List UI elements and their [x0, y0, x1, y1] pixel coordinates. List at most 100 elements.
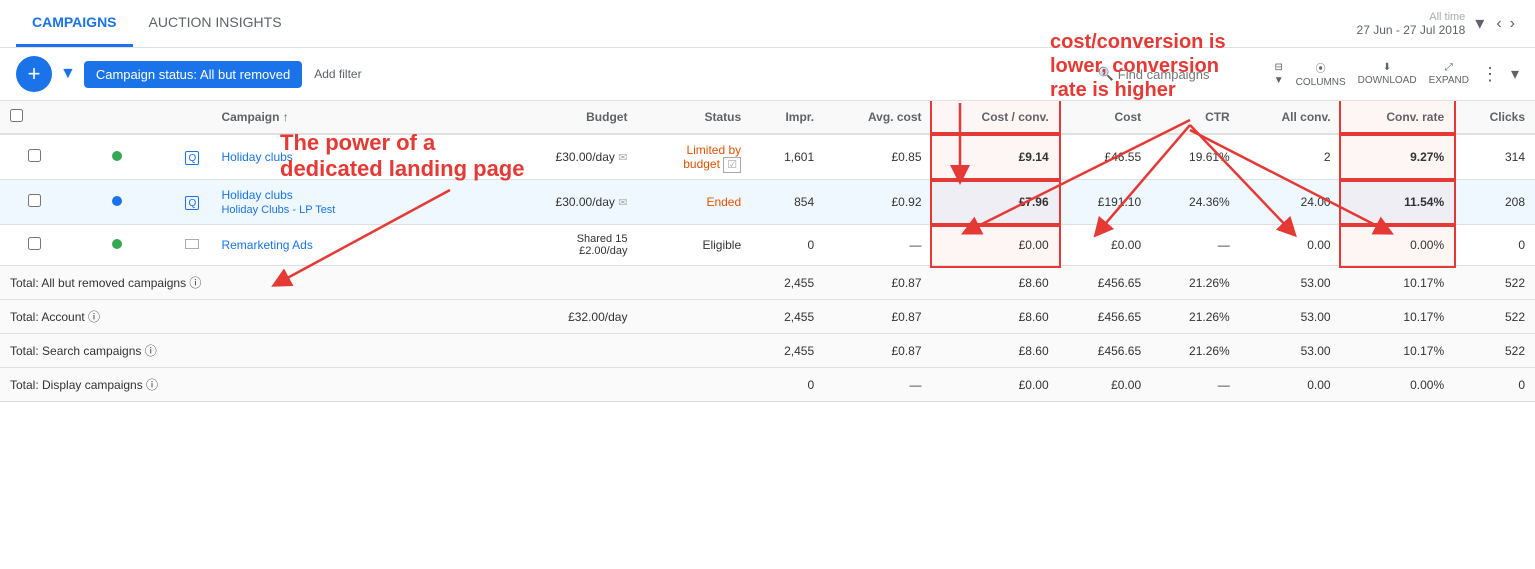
- col-header-avg-cost[interactable]: Avg. cost: [824, 101, 931, 134]
- search-input[interactable]: [1118, 67, 1258, 82]
- more-btn[interactable]: ⋮: [1481, 64, 1499, 85]
- row3-dot: [69, 225, 132, 266]
- row2-cost-conv: £7.96: [932, 180, 1059, 225]
- row1-cost: £46.55: [1059, 134, 1152, 180]
- total-search-budget: [503, 334, 637, 368]
- row1-conv-rate: 9.27%: [1341, 134, 1455, 180]
- total-row-account: Total: Account ⓘ £32.00/day 2,455 £0.87 …: [0, 300, 1535, 334]
- prev-arrow[interactable]: ‹: [1492, 13, 1505, 35]
- select-all-checkbox[interactable]: [10, 109, 23, 122]
- total-display-ctr: —: [1151, 368, 1240, 402]
- total-display-avg-cost: —: [824, 368, 931, 402]
- total-all-conv-rate: 10.17%: [1341, 266, 1455, 300]
- row2-cost: £191.10: [1059, 180, 1152, 225]
- status-dot-green: [112, 151, 122, 161]
- col-header-budget[interactable]: Budget: [503, 101, 637, 134]
- col-header-cost[interactable]: Cost: [1059, 101, 1152, 134]
- total-account-clicks: 522: [1454, 300, 1535, 334]
- filter-status-button[interactable]: Campaign status: All but removed: [84, 61, 302, 88]
- col-header-campaign[interactable]: Campaign ↑: [211, 101, 503, 134]
- tab-auction-insights[interactable]: AUCTION INSIGHTS: [133, 0, 298, 47]
- row2-type: Q: [132, 180, 212, 225]
- filter-icon-btn[interactable]: ⊟ ▼: [1274, 62, 1284, 86]
- row1-campaign-link[interactable]: Holiday clubs: [221, 150, 292, 164]
- row3-conv-rate: 0.00%: [1341, 225, 1455, 266]
- row2-checkbox[interactable]: [0, 180, 69, 225]
- col-header-status[interactable]: Status: [637, 101, 751, 134]
- col-header-dot: [69, 101, 132, 134]
- col-header-cost-conv[interactable]: Cost / conv.: [932, 101, 1059, 134]
- date-dropdown-icon[interactable]: ▾: [1475, 13, 1484, 34]
- budget-email-icon2: ✉: [618, 197, 627, 209]
- total-row-search: Total: Search campaigns ⓘ 2,455 £0.87 £8…: [0, 334, 1535, 368]
- row1-ctr: 19.61%: [1151, 134, 1240, 180]
- add-filter-button[interactable]: Add filter: [314, 67, 361, 81]
- top-nav: CAMPAIGNS AUCTION INSIGHTS All time 27 J…: [0, 0, 1535, 48]
- total-display-status: [637, 368, 751, 402]
- row3-name: Remarketing Ads: [211, 225, 503, 266]
- total-account-conv: 53.00: [1240, 300, 1341, 334]
- row3-campaign-link[interactable]: Remarketing Ads: [221, 238, 312, 252]
- row1-name: Holiday clubs: [211, 134, 503, 180]
- total-search-clicks: 522: [1454, 334, 1535, 368]
- row1-type: Q: [132, 134, 212, 180]
- col-header-clicks[interactable]: Clicks: [1454, 101, 1535, 134]
- columns-btn[interactable]: ⦿ COLUMNS: [1296, 60, 1346, 88]
- col-header-all-conv[interactable]: All conv.: [1240, 101, 1341, 134]
- row2-subname-link[interactable]: Holiday Clubs - LP Test: [221, 204, 335, 216]
- row3-cost-conv: £0.00: [932, 225, 1059, 266]
- add-button[interactable]: +: [16, 56, 52, 92]
- col-header-ctr[interactable]: CTR: [1151, 101, 1240, 134]
- row3-status: Eligible: [637, 225, 751, 266]
- expand-label: EXPAND: [1429, 75, 1469, 86]
- col-header-impr[interactable]: Impr.: [751, 101, 824, 134]
- nav-arrows: ‹ ›: [1492, 13, 1519, 35]
- row3-avg-cost: —: [824, 225, 931, 266]
- table-row: Q Holiday clubs £30.00/day ✉ Limited byb…: [0, 134, 1535, 180]
- date-range-label: All time: [1429, 11, 1465, 23]
- status-dot-green3: [112, 239, 122, 249]
- row2-campaign-link[interactable]: Holiday clubs: [221, 188, 292, 202]
- row1-all-conv: 2: [1240, 134, 1341, 180]
- next-arrow[interactable]: ›: [1506, 13, 1519, 35]
- total-display-impr: 0: [751, 368, 824, 402]
- row2-ctr: 24.36%: [1151, 180, 1240, 225]
- total-account-label: Total: Account ⓘ: [0, 300, 211, 334]
- row2-clicks: 208: [1454, 180, 1535, 225]
- table-row: Remarketing Ads Shared 15£2.00/day Eligi…: [0, 225, 1535, 266]
- budget-email-icon: ✉: [618, 152, 627, 164]
- row2-impr: 854: [751, 180, 824, 225]
- col-header-conv-rate[interactable]: Conv. rate: [1341, 101, 1455, 134]
- row1-checkbox[interactable]: [0, 134, 69, 180]
- row3-budget: Shared 15£2.00/day: [503, 225, 637, 266]
- download-btn[interactable]: ⬇ DOWNLOAD: [1358, 62, 1417, 86]
- expand-icon: ⤢: [1445, 62, 1453, 73]
- columns-label: COLUMNS: [1296, 77, 1346, 88]
- row3-checkbox[interactable]: [0, 225, 69, 266]
- toolbar: + ▼ Campaign status: All but removed Add…: [0, 48, 1535, 101]
- row1-status: Limited bybudget ☑: [637, 134, 751, 180]
- row3-all-conv: 0.00: [1240, 225, 1341, 266]
- total-all-conv: 53.00: [1240, 266, 1341, 300]
- total-display-name: [211, 368, 503, 402]
- total-all-impr: 2,455: [751, 266, 824, 300]
- tab-campaigns[interactable]: CAMPAIGNS: [16, 0, 133, 47]
- status-dot-blue: [112, 196, 122, 206]
- collapse-btn[interactable]: ▾: [1511, 64, 1519, 84]
- display-type-icon: [185, 239, 199, 249]
- total-search-cost: £456.65: [1059, 334, 1152, 368]
- col-header-type: [132, 101, 212, 134]
- page-wrapper: CAMPAIGNS AUCTION INSIGHTS All time 27 J…: [0, 0, 1535, 569]
- total-account-cost: £456.65: [1059, 300, 1152, 334]
- total-account-avg-cost: £0.87: [824, 300, 931, 334]
- col-header-checkbox[interactable]: [0, 101, 69, 134]
- total-row-display: Total: Display campaigns ⓘ 0 — £0.00 £0.…: [0, 368, 1535, 402]
- row3-clicks: 0: [1454, 225, 1535, 266]
- row2-all-conv: 24.00: [1240, 180, 1341, 225]
- filter-funnel-icon[interactable]: ▼: [60, 65, 76, 83]
- total-search-cost-conv: £8.60: [932, 334, 1059, 368]
- row2-conv-rate: 11.54%: [1341, 180, 1455, 225]
- filter-label: ▼: [1274, 75, 1284, 86]
- expand-btn[interactable]: ⤢ EXPAND: [1429, 62, 1469, 86]
- date-range: All time 27 Jun - 27 Jul 2018 ▾ ‹ ›: [1357, 11, 1519, 37]
